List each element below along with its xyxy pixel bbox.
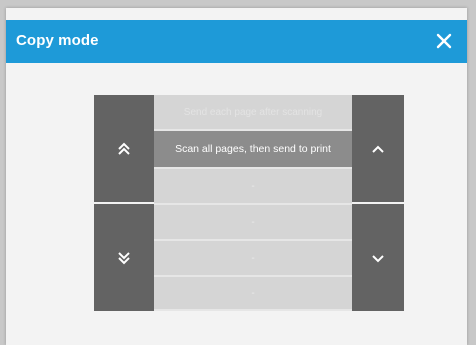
list-item-mode-5[interactable]: -: [154, 241, 352, 277]
list-item-mode-1[interactable]: Send each page after scanning: [154, 95, 352, 131]
title-bar: Copy mode: [6, 20, 467, 63]
copy-mode-list: Send each page after scanning Scan all p…: [154, 95, 352, 311]
dialog-title: Copy mode: [16, 32, 99, 49]
chevron-up-icon: [372, 145, 384, 153]
scroll-to-last-button[interactable]: [94, 204, 154, 311]
list-item-mode-4[interactable]: -: [154, 205, 352, 241]
copy-mode-dialog: Copy mode Send each page after scanning …: [6, 8, 467, 345]
double-chevron-up-icon: [118, 142, 130, 155]
list-item-label: -: [251, 180, 255, 192]
list-item-label: Send each page after scanning: [183, 106, 323, 118]
scroll-down-button[interactable]: [352, 204, 404, 311]
list-item-mode-2[interactable]: Scan all pages, then send to print: [154, 131, 352, 169]
close-icon[interactable]: [432, 28, 456, 54]
list-item-label: Scan all pages, then send to print: [175, 143, 331, 155]
list-item-mode-6[interactable]: -: [154, 277, 352, 311]
list-item-label: -: [251, 287, 255, 299]
chevron-down-icon: [372, 254, 384, 262]
list-item-label: -: [251, 216, 255, 228]
list-item-label: -: [251, 252, 255, 264]
scroll-to-first-button[interactable]: [94, 95, 154, 202]
double-chevron-down-icon: [118, 251, 130, 264]
scroll-up-button[interactable]: [352, 95, 404, 202]
list-item-mode-3[interactable]: -: [154, 169, 352, 205]
